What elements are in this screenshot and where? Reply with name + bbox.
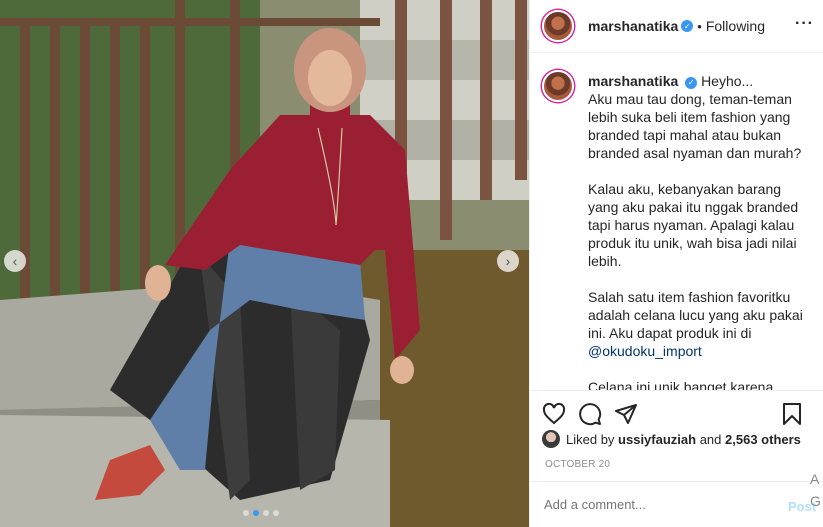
caption-author-avatar[interactable]	[542, 70, 574, 102]
caption-text-3: Salah satu item fashion favoritku adalah…	[588, 289, 803, 341]
author-avatar[interactable]	[542, 10, 574, 42]
comment-bar: Post	[530, 481, 823, 527]
caption-paragraph: marshanatika ✓ Heyho... Aku mau tau dong,…	[588, 72, 808, 162]
carousel-dot	[263, 510, 269, 516]
caption-area: marshanatika ✓ Heyho... Aku mau tau dong,…	[530, 54, 823, 390]
likes-summary: Liked by ussiyfauziah and 2,563 others	[542, 430, 801, 448]
verified-badge-icon: ✓	[685, 77, 698, 89]
edge-letter: G	[810, 493, 821, 509]
post-date[interactable]: OCTOBER 20	[545, 459, 610, 470]
carousel-dots	[243, 510, 279, 516]
verified-badge-icon: ✓	[681, 20, 694, 32]
comment-input[interactable]	[544, 497, 774, 512]
share-icon[interactable]	[614, 402, 638, 426]
caption-paragraph: Salah satu item fashion favoritku adalah…	[588, 288, 808, 360]
likes-middle: and	[699, 431, 722, 447]
likes-others-link[interactable]: 2,563 others	[725, 432, 801, 447]
carousel-dot	[273, 510, 279, 516]
caption-paragraph: Celana ini unik banget karena perpaduan …	[588, 379, 774, 390]
chevron-left-icon: ‹	[12, 253, 18, 269]
author-username[interactable]: marshanatika	[588, 18, 678, 34]
bookmark-icon[interactable]	[780, 402, 804, 426]
mention-link[interactable]: @okudoku_import	[588, 343, 702, 359]
post-side-panel: marshanatika ✓ • Following ··· marshanat…	[529, 0, 823, 527]
previous-photo-button[interactable]: ‹	[4, 250, 26, 272]
next-photo-button[interactable]: ›	[497, 250, 519, 272]
likes-prefix: Liked by	[566, 431, 615, 447]
edge-letter: A	[810, 471, 820, 487]
carousel-dot	[243, 510, 249, 516]
comment-icon[interactable]	[578, 402, 602, 426]
follow-button[interactable]: Following	[706, 18, 765, 34]
more-options-icon[interactable]: ···	[795, 15, 814, 33]
heart-icon[interactable]	[542, 402, 566, 426]
chevron-right-icon: ›	[505, 253, 511, 269]
photo-illustration	[0, 0, 529, 527]
liker-username[interactable]: ussiyfauziah	[618, 432, 696, 447]
liker-avatar[interactable]	[542, 430, 560, 448]
post-photo[interactable]: ‹ ›	[0, 0, 529, 527]
caption-author-username[interactable]: marshanatika	[588, 73, 678, 89]
post-header: marshanatika ✓ • Following ···	[530, 0, 823, 53]
separator-bullet: •	[697, 18, 702, 34]
caption-body: marshanatika ✓ Heyho... Aku mau tau dong,…	[588, 72, 808, 390]
carousel-dot-active	[253, 510, 259, 516]
caption-paragraph: Kalau aku, kebanyakan barang yang aku pa…	[588, 181, 799, 269]
edge-text: A G	[810, 468, 821, 512]
